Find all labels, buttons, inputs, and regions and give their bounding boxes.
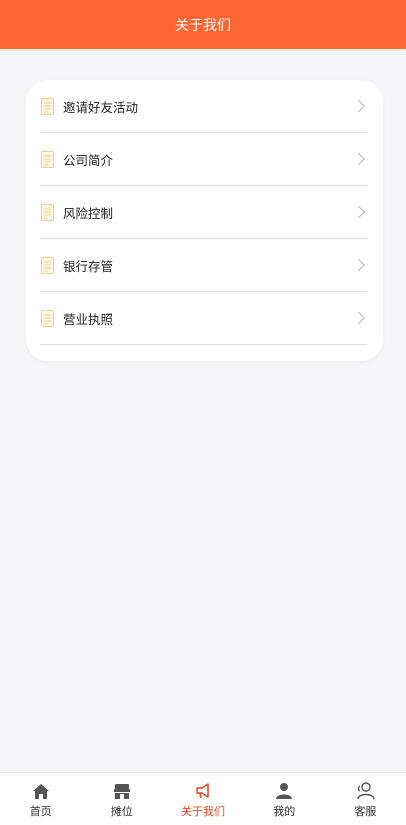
tab-label: 我的 [273,805,296,818]
home-icon [31,781,51,801]
tab-label: 客服 [354,805,377,818]
shop-icon [112,781,132,801]
chevron-right-icon [352,99,365,113]
menu-card: 邀请好友活动 公司简介 风险控制 银行存管 营业执照 [26,80,383,361]
menu-item-company-profile[interactable]: 公司简介 [40,133,367,186]
bottom-tab-bar: 首页 摊位 关于我们 我的 客服 [0,772,406,825]
menu-list: 邀请好友活动 公司简介 风险控制 银行存管 营业执照 [40,80,367,345]
document-icon [41,150,54,168]
document-icon [41,309,54,327]
chevron-right-icon [352,205,365,219]
chevron-right-icon [352,311,365,325]
tab-label: 首页 [29,805,52,818]
tab-mine[interactable]: 我的 [244,773,325,825]
tab-about-us[interactable]: 关于我们 [162,773,243,825]
chevron-right-icon [352,152,365,166]
menu-item-label: 公司简介 [63,152,114,168]
menu-item-label: 银行存管 [63,258,114,274]
chevron-right-icon [352,258,365,272]
document-icon [41,256,54,274]
tab-label: 摊位 [110,805,133,818]
menu-item-label: 营业执照 [63,311,114,327]
megaphone-icon [193,781,213,801]
tab-customer-service[interactable]: 客服 [325,773,406,825]
menu-item-bank-custody[interactable]: 银行存管 [40,239,367,292]
page-title: 关于我们 [175,17,231,34]
tab-home[interactable]: 首页 [0,773,81,825]
customer-service-icon [355,781,376,801]
menu-item-business-license[interactable]: 营业执照 [40,292,367,345]
menu-item-risk-control[interactable]: 风险控制 [40,186,367,239]
top-header: 关于我们 [0,0,406,49]
document-icon [41,203,54,221]
user-icon [274,781,294,801]
tab-label: 关于我们 [181,805,225,818]
document-icon [41,97,54,115]
menu-item-label: 邀请好友活动 [63,99,139,115]
menu-item-label: 风险控制 [63,205,114,221]
tab-stall[interactable]: 摊位 [81,773,162,825]
menu-item-invite-friends[interactable]: 邀请好友活动 [40,80,367,133]
